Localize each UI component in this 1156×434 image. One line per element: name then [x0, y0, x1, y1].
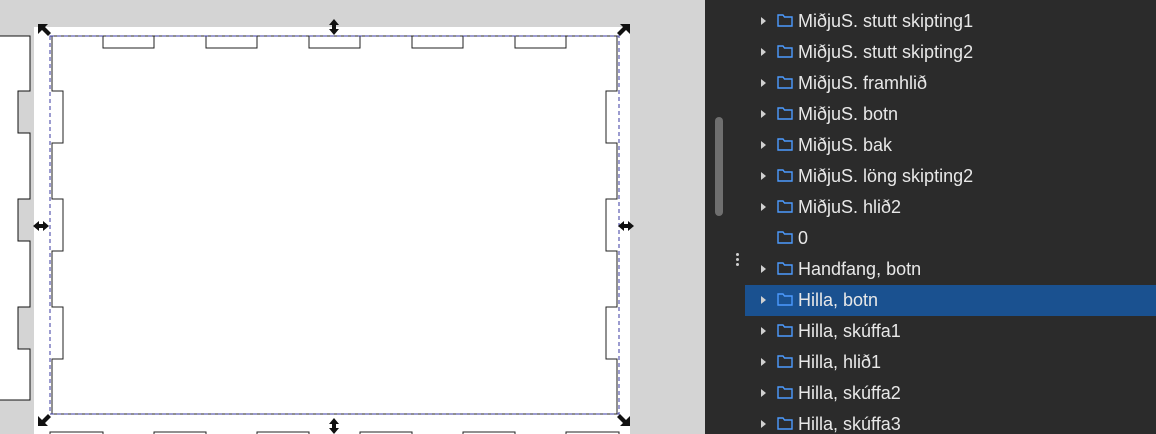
caret-right-icon[interactable] [761, 48, 766, 56]
drawing-canvas[interactable] [0, 0, 705, 434]
caret-right-icon[interactable] [761, 265, 766, 273]
layer-row[interactable]: Hilla, botn [745, 285, 1156, 316]
layer-label: Hilla, botn [798, 290, 879, 310]
caret-right-icon[interactable] [761, 420, 766, 428]
document-page [34, 27, 630, 434]
folder-icon [777, 200, 793, 213]
layer-label: MiðjuS. bak [798, 135, 893, 155]
folder-icon [777, 169, 793, 182]
panel-gutter [705, 0, 745, 434]
layer-label: Hilla, skúffa3 [798, 414, 901, 434]
layer-label: MiðjuS. löng skipting2 [798, 166, 974, 186]
caret-right-icon[interactable] [761, 203, 766, 211]
layer-label: Handfang, botn [798, 259, 922, 279]
layer-label: MiðjuS. hlið2 [798, 197, 902, 217]
folder-icon [777, 76, 793, 89]
folder-icon [777, 14, 793, 27]
layer-label: MiðjuS. framhlið [798, 73, 928, 93]
folder-icon [777, 324, 793, 337]
layer-label: Hilla, skúffa1 [798, 321, 901, 341]
layer-row[interactable]: Hilla, hlið1 [745, 347, 1156, 378]
folder-icon [777, 231, 793, 244]
caret-right-icon[interactable] [761, 17, 766, 25]
layer-row[interactable]: MiðjuS. hlið2 [745, 192, 1156, 223]
layer-row[interactable]: Hilla, skúffa1 [745, 316, 1156, 347]
folder-icon [777, 107, 793, 120]
layer-row[interactable]: 0 [745, 223, 1156, 254]
folder-icon [777, 417, 793, 430]
folder-icon [777, 293, 793, 306]
more-options-icon[interactable] [734, 253, 740, 271]
folder-icon [777, 386, 793, 399]
layer-label: 0 [798, 228, 809, 248]
layer-row[interactable]: MiðjuS. löng skipting2 [745, 161, 1156, 192]
layer-row[interactable]: Hilla, skúffa2 [745, 378, 1156, 409]
caret-right-icon[interactable] [761, 327, 766, 335]
layer-row[interactable]: MiðjuS. stutt skipting1 [745, 6, 1156, 37]
layer-label: Hilla, skúffa2 [798, 383, 901, 403]
canvas-drawing [0, 19, 634, 434]
layer-label: MiðjuS. stutt skipting1 [798, 11, 974, 31]
caret-right-icon[interactable] [761, 172, 766, 180]
caret-right-icon[interactable] [761, 389, 766, 397]
vertical-scrollbar-thumb[interactable] [715, 117, 723, 216]
folder-icon [777, 45, 793, 58]
caret-right-icon[interactable] [761, 296, 766, 304]
caret-right-icon[interactable] [761, 79, 766, 87]
layer-row[interactable]: MiðjuS. botn [745, 99, 1156, 130]
layer-row[interactable]: MiðjuS. stutt skipting2 [745, 37, 1156, 68]
folder-icon [777, 262, 793, 275]
folder-icon [777, 355, 793, 368]
layer-row[interactable]: MiðjuS. framhlið [745, 68, 1156, 99]
adjacent-part-outline [0, 35, 31, 401]
layer-label: MiðjuS. stutt skipting2 [798, 42, 974, 62]
layer-row[interactable]: MiðjuS. bak [745, 130, 1156, 161]
caret-right-icon[interactable] [761, 358, 766, 366]
layer-label: MiðjuS. botn [798, 104, 899, 124]
caret-right-icon[interactable] [761, 141, 766, 149]
caret-right-icon[interactable] [761, 110, 766, 118]
folder-icon [777, 138, 793, 151]
layers-panel: MiðjuS. stutt skipting1 MiðjuS. stutt ski… [745, 0, 1156, 434]
layer-row[interactable]: Handfang, botn [745, 254, 1156, 285]
layer-label: Hilla, hlið1 [798, 352, 882, 372]
layer-row[interactable]: Hilla, skúffa3 [745, 409, 1156, 434]
